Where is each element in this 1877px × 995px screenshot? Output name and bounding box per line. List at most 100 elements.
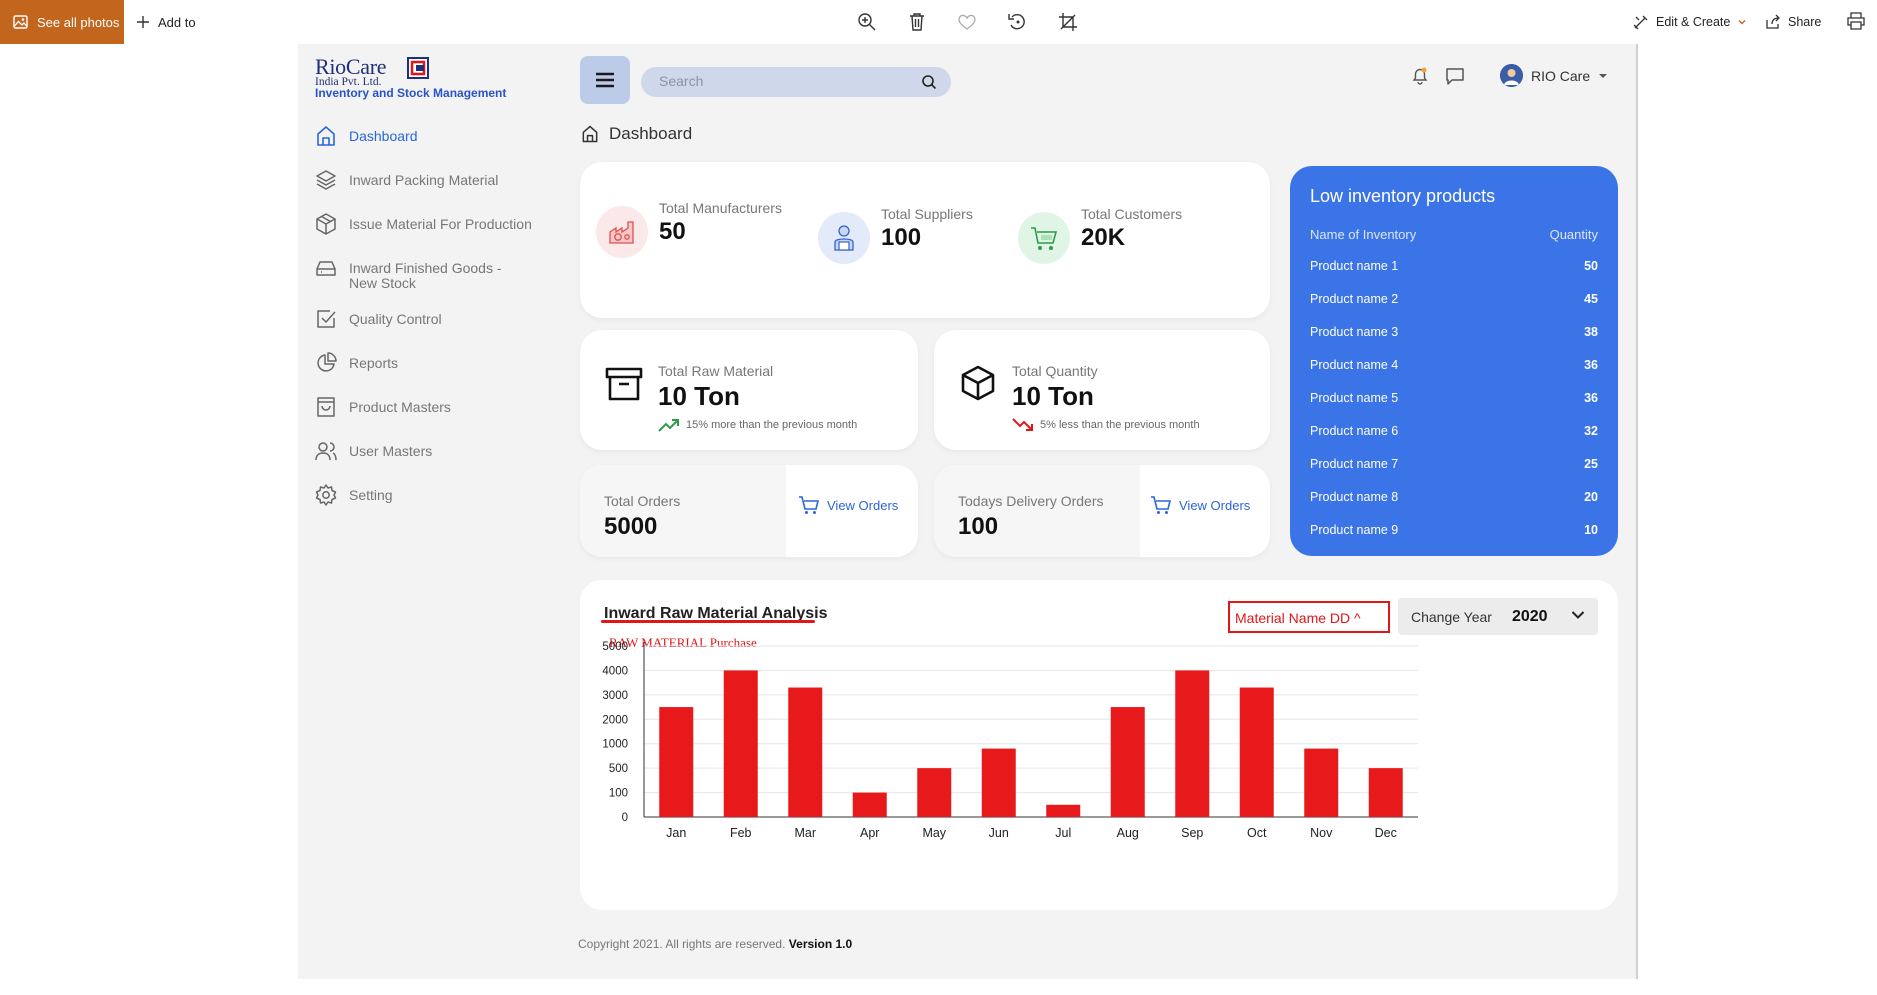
x-tick-label: Jul	[1055, 826, 1071, 840]
chevron-down-icon	[1738, 20, 1746, 25]
box-icon	[316, 213, 336, 235]
hamburger-icon	[596, 72, 614, 88]
stat-label: Todays Delivery Orders	[958, 493, 1104, 509]
company-logo: RioCare India Pvt. Ltd. Inventory and St…	[315, 54, 545, 100]
pie-chart-icon	[317, 352, 337, 372]
plus-icon	[137, 16, 149, 28]
x-tick-label: Dec	[1375, 826, 1397, 840]
version-text: Version 1.0	[788, 937, 853, 951]
raw-material-card: Total Raw Material 10 Ton 15% more than …	[580, 330, 918, 450]
x-tick-label: Jun	[989, 826, 1009, 840]
product-qty: 10	[1584, 523, 1598, 537]
table-row[interactable]: Product name 6 32	[1310, 424, 1598, 438]
bar	[723, 670, 758, 817]
stat-label: Total Suppliers	[881, 206, 973, 222]
product-qty: 36	[1584, 391, 1598, 405]
user-menu[interactable]: RIO Care	[1500, 64, 1608, 87]
table-row[interactable]: Product name 1 50	[1310, 259, 1598, 273]
bar	[659, 707, 694, 817]
stat-value: 10 Ton	[1012, 381, 1094, 411]
table-row[interactable]: Product name 7 25	[1310, 457, 1598, 471]
sidebar-item-user-masters[interactable]: User Masters	[314, 439, 544, 463]
trend-text: 5% less than the previous month	[1040, 419, 1200, 431]
share-button[interactable]: Share	[1765, 0, 1821, 44]
user-name: RIO Care	[1531, 67, 1591, 84]
caret-down-icon	[1599, 73, 1608, 78]
x-tick-label: Nov	[1310, 826, 1333, 840]
table-row[interactable]: Product name 4 36	[1310, 358, 1598, 372]
bar	[852, 792, 887, 817]
see-all-photos-button[interactable]: See all photos	[0, 0, 124, 44]
sidebar-item-issue-material[interactable]: Issue Material For Production	[314, 212, 544, 236]
column-quantity: Quantity	[1549, 227, 1598, 242]
stat-label: Total Orders	[604, 493, 681, 509]
message-icon[interactable]	[1444, 66, 1466, 86]
sidebar-item-dashboard[interactable]: Dashboard	[314, 124, 544, 148]
view-orders-link[interactable]: View Orders	[798, 495, 898, 515]
y-tick-label: 0	[622, 812, 628, 824]
sidebar-item-product-masters[interactable]: Product Masters	[314, 395, 544, 419]
table-row[interactable]: Product name 3 38	[1310, 325, 1598, 339]
brand-tagline: Inventory and Stock Management	[315, 86, 507, 100]
table-row[interactable]: Product name 5 36	[1310, 391, 1598, 405]
product-name: Product name 4	[1310, 358, 1399, 372]
x-tick-label: Mar	[794, 826, 816, 840]
panel-title: Low inventory products	[1310, 186, 1496, 206]
home-icon	[317, 126, 335, 146]
search-icon[interactable]	[921, 74, 937, 90]
trend-up-icon	[658, 419, 679, 432]
x-tick-label: Oct	[1247, 826, 1267, 840]
sidebar-item-reports[interactable]: Reports	[314, 351, 544, 375]
product-name: Product name 5	[1310, 391, 1399, 405]
sidebar-item-quality-control[interactable]: Quality Control	[314, 307, 544, 331]
stat-value: 50	[659, 218, 686, 245]
logo-mark-icon	[407, 57, 429, 79]
crop-icon[interactable]	[1057, 11, 1079, 33]
factory-icon	[596, 206, 648, 258]
stat-customers: Total Customers 20K	[1018, 206, 1182, 264]
product-name: Product name 7	[1310, 457, 1399, 471]
summary-card: Total Manufacturers 50 Total Suppliers 1…	[580, 162, 1270, 318]
stat-label: Total Customers	[1081, 206, 1183, 222]
gear-icon	[315, 484, 337, 506]
trend-text: 15% more than the previous month	[686, 419, 858, 431]
see-all-photos-label: See all photos	[37, 14, 120, 30]
edit-create-button[interactable]: Edit & Create	[1633, 0, 1747, 44]
y-tick-label: 1000	[602, 739, 628, 751]
sidebar-item-label: Inward Packing Material	[349, 172, 499, 188]
print-icon[interactable]	[1846, 11, 1866, 31]
order-summary: Todays Delivery Orders 100	[934, 465, 1140, 557]
table-row[interactable]: Product name 9 10	[1310, 523, 1598, 537]
product-qty: 25	[1584, 457, 1598, 471]
footer: Copyright 2021. All rights are reserved.…	[578, 937, 852, 951]
sidebar-item-setting[interactable]: Setting	[314, 483, 544, 507]
y-tick-label: 100	[609, 788, 628, 800]
add-to-button[interactable]: Add to	[136, 0, 196, 44]
zoom-in-icon[interactable]	[856, 11, 878, 33]
app-border	[1636, 44, 1638, 979]
stat-value: 100	[881, 224, 922, 251]
stat-value: 10 Ton	[658, 381, 740, 411]
delete-icon[interactable]	[906, 11, 928, 33]
search-input[interactable]	[659, 73, 909, 89]
search-bar[interactable]	[641, 67, 951, 97]
supplier-icon	[818, 212, 870, 264]
view-orders-link[interactable]: View Orders	[1150, 495, 1250, 515]
product-name: Product name 8	[1310, 490, 1399, 504]
heart-icon[interactable]	[956, 11, 978, 33]
stat-label: Total Manufacturers	[659, 200, 782, 216]
sidebar-item-inward-finished-goods[interactable]: Inward Finished Goods - New Stock	[314, 256, 544, 291]
edit-icon	[1633, 15, 1648, 30]
menu-toggle-button[interactable]	[580, 56, 630, 104]
bar	[788, 687, 823, 817]
delivery-orders-card: Todays Delivery Orders 100 View Orders	[934, 465, 1270, 557]
sidebar-item-inward-packing[interactable]: Inward Packing Material	[314, 168, 544, 192]
cube-icon	[961, 365, 995, 401]
rotate-icon[interactable]	[1006, 11, 1028, 33]
sidebar-item-label: Issue Material For Production	[349, 216, 532, 232]
table-row[interactable]: Product name 8 20	[1310, 490, 1598, 504]
table-row[interactable]: Product name 2 45	[1310, 292, 1598, 306]
sidebar-item-label: Product Masters	[349, 399, 451, 415]
notification-bell-icon[interactable]	[1410, 66, 1430, 86]
view-orders-label: View Orders	[827, 497, 899, 513]
